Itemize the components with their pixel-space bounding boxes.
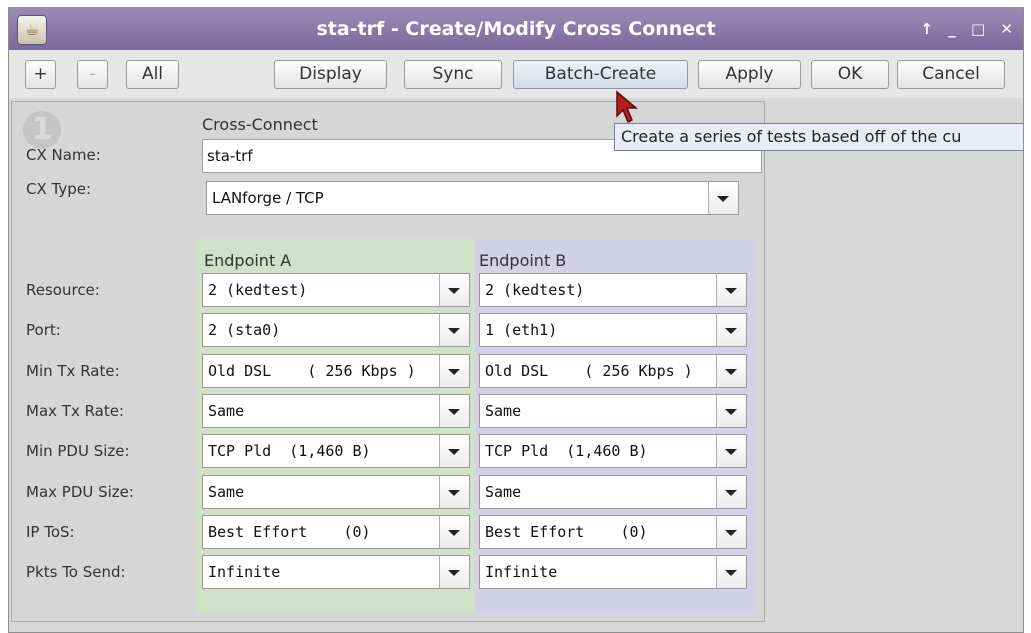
sync-button[interactable]: Sync — [404, 60, 502, 89]
endpoint-b-value: TCP Pld (1,460 B) — [485, 442, 648, 460]
chevron-down-icon[interactable] — [716, 476, 746, 508]
apply-button[interactable]: Apply — [698, 60, 801, 89]
endpoint-a-select[interactable]: Old DSL ( 256 Kbps ) — [202, 354, 470, 388]
endpoint-b-value: 2 (kedtest) — [485, 281, 585, 299]
endpoint-a-select[interactable]: TCP Pld (1,460 B) — [202, 434, 470, 468]
section-title: Cross-Connect — [202, 115, 318, 134]
endpoint-a-select[interactable]: Same — [202, 475, 470, 509]
row-label: Min PDU Size: — [26, 442, 130, 460]
endpoint-b-value: 1 (eth1) — [485, 321, 558, 339]
display-button[interactable]: Display — [274, 60, 387, 89]
chevron-down-icon[interactable] — [439, 314, 469, 346]
endpoint-b-header: Endpoint B — [479, 251, 567, 270]
chevron-down-icon[interactable] — [439, 516, 469, 548]
chevron-down-icon[interactable] — [716, 435, 746, 467]
row-label: Resource: — [26, 281, 100, 299]
chevron-down-icon[interactable] — [716, 274, 746, 306]
restore-icon[interactable]: □ — [971, 20, 985, 38]
endpoint-b-select[interactable]: Same — [479, 394, 747, 428]
remove-button[interactable]: - — [77, 60, 108, 89]
endpoint-a-value: TCP Pld (1,460 B) — [208, 442, 371, 460]
chevron-down-icon[interactable] — [716, 395, 746, 427]
endpoint-b-select[interactable]: Old DSL ( 256 Kbps ) — [479, 354, 747, 388]
endpoint-b-select[interactable]: 2 (kedtest) — [479, 273, 747, 307]
dialog-window: ☕ sta-trf - Create/Modify Cross Connect … — [8, 7, 1024, 633]
chevron-down-icon[interactable] — [439, 556, 469, 588]
add-button[interactable]: + — [25, 60, 56, 89]
chevron-down-icon[interactable] — [439, 395, 469, 427]
row-label: Port: — [26, 321, 61, 339]
endpoint-b-value: Same — [485, 483, 522, 501]
endpoint-b-value: Infinite — [485, 563, 558, 581]
row-label: Pkts To Send: — [26, 563, 126, 581]
close-icon[interactable]: ✕ — [1000, 20, 1013, 38]
window-controls: ↑ _ □ ✕ — [910, 8, 1013, 50]
endpoint-a-value: 2 (sta0) — [208, 321, 281, 339]
endpoint-a-value: 2 (kedtest) — [208, 281, 308, 299]
endpoint-b-value: Same — [485, 402, 522, 420]
chevron-down-icon[interactable] — [439, 355, 469, 387]
tooltip: Create a series of tests based off of th… — [614, 123, 1023, 151]
window-title: sta-trf - Create/Modify Cross Connect — [316, 18, 716, 40]
chevron-down-icon[interactable] — [439, 274, 469, 306]
title-bar[interactable]: ☕ sta-trf - Create/Modify Cross Connect … — [9, 8, 1023, 50]
endpoint-a-select[interactable]: 2 (sta0) — [202, 313, 470, 347]
endpoint-a-value: Infinite — [208, 563, 281, 581]
chevron-down-icon[interactable] — [716, 355, 746, 387]
endpoint-b-select[interactable]: Same — [479, 475, 747, 509]
endpoint-a-select[interactable]: Best Effort (0) — [202, 515, 470, 549]
cx-type-label: CX Type: — [26, 180, 92, 198]
endpoint-a-select[interactable]: Infinite — [202, 555, 470, 589]
maximize-icon[interactable]: ↑ — [920, 20, 933, 38]
endpoint-a-value: Old DSL ( 256 Kbps ) — [208, 362, 416, 380]
endpoint-b-select[interactable]: Best Effort (0) — [479, 515, 747, 549]
row-label: IP ToS: — [26, 523, 75, 541]
batch-create-button[interactable]: Batch-Create — [513, 60, 688, 89]
endpoint-a-header: Endpoint A — [204, 251, 292, 270]
row-label: Max PDU Size: — [26, 483, 134, 501]
chevron-down-icon[interactable] — [716, 516, 746, 548]
endpoint-b-select[interactable]: 1 (eth1) — [479, 313, 747, 347]
cx-name-label: CX Name: — [26, 146, 101, 164]
all-button[interactable]: All — [126, 60, 179, 89]
minimize-icon[interactable]: _ — [948, 20, 956, 38]
endpoint-b-value: Old DSL ( 256 Kbps ) — [485, 362, 693, 380]
endpoint-b-select[interactable]: Infinite — [479, 555, 747, 589]
chevron-down-icon[interactable] — [439, 435, 469, 467]
cancel-button[interactable]: Cancel — [897, 60, 1005, 89]
chevron-down-icon[interactable] — [716, 556, 746, 588]
chevron-down-icon[interactable] — [708, 182, 738, 214]
cx-type-value: LANforge / TCP — [212, 189, 324, 207]
row-label: Max Tx Rate: — [26, 402, 125, 420]
endpoint-a-value: Same — [208, 402, 245, 420]
mouse-cursor-icon — [616, 90, 639, 124]
endpoint-b-select[interactable]: TCP Pld (1,460 B) — [479, 434, 747, 468]
row-label: Min Tx Rate: — [26, 362, 120, 380]
cx-type-select[interactable]: LANforge / TCP — [206, 181, 739, 215]
chevron-down-icon[interactable] — [439, 476, 469, 508]
ok-button[interactable]: OK — [811, 60, 889, 89]
chevron-down-icon[interactable] — [716, 314, 746, 346]
endpoint-a-value: Best Effort (0) — [208, 523, 371, 541]
endpoint-b-value: Best Effort (0) — [485, 523, 648, 541]
step-badge: 1 — [23, 111, 61, 149]
toolbar: + - All Display Sync Batch-Create Apply … — [9, 50, 1023, 98]
endpoint-a-select[interactable]: Same — [202, 394, 470, 428]
endpoint-a-select[interactable]: 2 (kedtest) — [202, 273, 470, 307]
endpoint-a-value: Same — [208, 483, 245, 501]
